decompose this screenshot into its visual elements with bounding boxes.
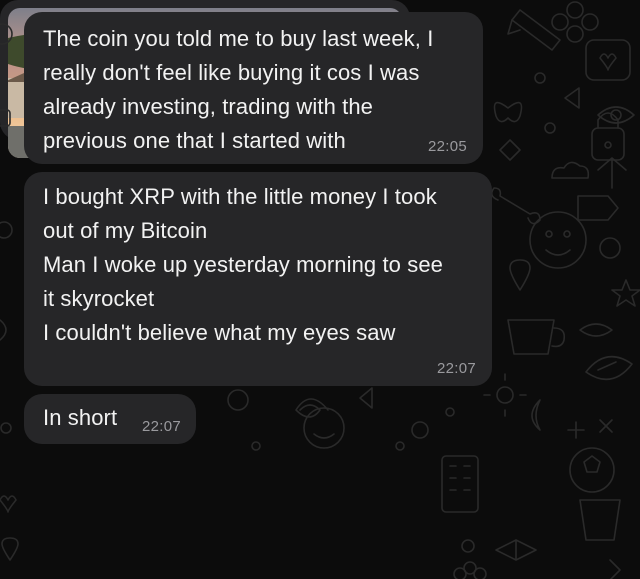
plus-icon bbox=[567, 421, 585, 439]
football-icon bbox=[585, 355, 633, 381]
message-timestamp: 22:05 bbox=[427, 138, 467, 155]
flower-icon bbox=[551, 1, 599, 43]
left-edge-circle-icon bbox=[0, 23, 13, 45]
lips-icon bbox=[579, 323, 613, 337]
message-timestamp: 22:07 bbox=[141, 418, 181, 435]
x-icon bbox=[599, 419, 613, 433]
sun-icon bbox=[483, 373, 527, 417]
pot-icon bbox=[579, 499, 621, 541]
bone-icon bbox=[490, 187, 541, 225]
face-icon bbox=[529, 211, 587, 269]
chat-window: The coin you told me to buy last week, I… bbox=[0, 0, 640, 579]
message-bubble[interactable]: In short 22:07 bbox=[24, 394, 196, 444]
message-line: already investing, trading with the bbox=[43, 94, 374, 119]
mid-ring-icon bbox=[411, 421, 429, 439]
message-line: it skyrocket bbox=[43, 286, 155, 311]
left-edge-dot-icon bbox=[0, 422, 12, 434]
building-icon bbox=[441, 455, 479, 513]
cup-icon bbox=[507, 319, 566, 355]
left-edge-arc-icon bbox=[0, 319, 7, 341]
bow-icon bbox=[495, 539, 537, 561]
bracket-icon bbox=[609, 559, 621, 579]
message-bubble[interactable]: I bought XRP with the little money I too… bbox=[24, 172, 492, 386]
circle-icon-3 bbox=[461, 539, 475, 553]
mid-dot-icon-2 bbox=[395, 441, 405, 451]
circle-icon bbox=[534, 72, 546, 84]
mid-circle-icon bbox=[227, 389, 249, 411]
mid-dot-icon bbox=[251, 441, 261, 451]
heart-box-icon bbox=[585, 39, 631, 81]
ring-icon bbox=[599, 237, 621, 259]
message-timestamp: 22:07 bbox=[436, 360, 476, 377]
triangle-icon bbox=[564, 87, 580, 109]
message-line: really don't feel like buying it cos I w… bbox=[43, 60, 420, 85]
message-line: I couldn't believe what my eyes saw bbox=[43, 320, 396, 345]
message-bubble[interactable]: The coin you told me to buy last week, I… bbox=[24, 12, 483, 164]
soccer-ball-icon bbox=[569, 447, 615, 493]
mid-dot-icon-3 bbox=[445, 407, 455, 417]
arrow-up-icon bbox=[597, 157, 627, 189]
message-line: previous one that I started with bbox=[43, 128, 346, 153]
left-edge-ring-icon bbox=[0, 221, 13, 239]
message-line: Man I woke up yesterday morning to see bbox=[43, 252, 444, 277]
star-icon bbox=[611, 279, 640, 307]
left-edge-heart-icon bbox=[0, 495, 17, 513]
circle-icon-2 bbox=[544, 122, 556, 134]
message-line: I bought XRP with the little money I too… bbox=[43, 184, 437, 209]
left-edge-square-icon bbox=[0, 109, 11, 127]
mid-face-icon bbox=[303, 407, 345, 449]
message-line: out of my Bitcoin bbox=[43, 218, 208, 243]
mid-triangle-icon bbox=[359, 387, 373, 409]
flower-icon-2 bbox=[453, 561, 487, 579]
tag-icon bbox=[577, 195, 619, 221]
cloud-icon bbox=[551, 161, 590, 179]
message-line: The coin you told me to buy last week, I bbox=[43, 26, 434, 51]
left-edge-drop-icon bbox=[1, 537, 19, 561]
diamond-icon bbox=[499, 139, 521, 161]
lock-icon bbox=[591, 112, 625, 161]
pencil-icon bbox=[507, 9, 561, 51]
moon-icon bbox=[531, 399, 541, 431]
drop-icon bbox=[509, 259, 531, 291]
butterfly-icon bbox=[493, 101, 523, 123]
